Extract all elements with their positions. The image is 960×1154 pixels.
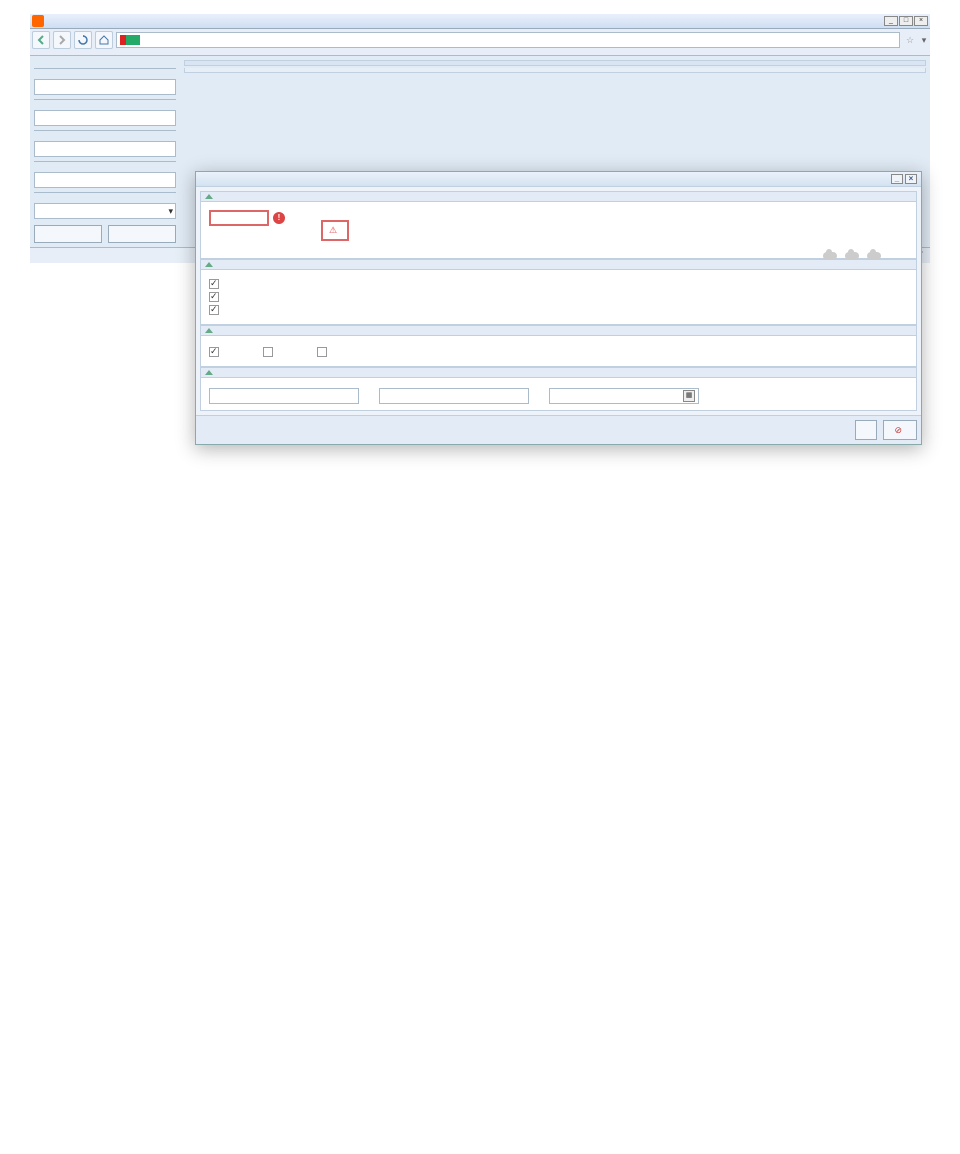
cancel-button[interactable]: ⊘ [883,420,917,440]
maximize-button[interactable]: □ [899,16,913,26]
back-button[interactable] [32,31,50,49]
address-bar[interactable] [116,32,900,48]
input-request-id-field[interactable] [209,210,269,226]
input-federation[interactable] [209,388,359,404]
main-panel: _ × ! [180,56,930,247]
site-identity-icon [120,35,140,45]
weather-wed [865,252,881,260]
error-tooltip [321,220,349,241]
collapse-icon [205,262,213,267]
checkbox-lost[interactable] [263,347,273,357]
embedded-screenshot: _ □ × ☆ ▾ [30,14,930,263]
clear-button[interactable] [108,225,176,243]
checkbox-cond1[interactable] [209,279,219,289]
cloud-icon [867,252,881,260]
dropdown-chevron-icon[interactable]: ▾ [920,35,928,46]
section-header-approval[interactable] [200,367,917,378]
reload-button[interactable] [74,31,92,49]
section-header-id[interactable] [200,191,917,202]
close-button[interactable]: × [914,16,928,26]
checkbox-datachange[interactable] [317,347,327,357]
minimize-button[interactable]: _ [884,16,898,26]
cancel-icon: ⊘ [894,421,902,439]
weather-tue [843,252,859,260]
list-toolbar [184,68,926,73]
chevron-down-icon: ▾ [168,206,173,217]
checkbox-first[interactable] [209,347,219,357]
input-association[interactable] [379,388,529,404]
section-header-reason[interactable] [200,325,917,336]
error-icon: ! [273,212,285,224]
firefox-icon [32,15,44,27]
input-name[interactable] [34,110,176,126]
combo-status[interactable]: ▾ [34,203,176,219]
nav-toolbar: ☆ ▾ [30,29,930,51]
collapse-icon [205,328,213,333]
input-association-id[interactable] [34,172,176,188]
input-request-id[interactable] [34,79,176,95]
checkbox-cond3[interactable] [209,305,219,315]
window-titlebar: _ □ × [30,14,930,29]
checkbox-cond2[interactable] [209,292,219,302]
list-title [184,60,926,66]
search-button[interactable] [34,225,102,243]
dialog-minimize-button[interactable]: _ [891,174,903,184]
input-federation-id[interactable] [34,141,176,157]
cloud-icon [823,252,837,260]
weather-now [821,252,837,260]
input-approval-date[interactable]: ▦ [549,388,699,404]
search-sidebar: ▾ [30,56,180,247]
section-header-eligibility[interactable] [200,259,917,270]
home-button[interactable] [95,31,113,49]
cloud-icon [845,252,859,260]
forward-button[interactable] [53,31,71,49]
save-button[interactable] [855,420,877,440]
dialog-titlebar: _ × [196,172,921,187]
collapse-icon [205,370,213,375]
bookmark-star-icon[interactable]: ☆ [903,35,917,46]
calendar-icon[interactable]: ▦ [683,390,695,402]
dialog-close-button[interactable]: × [905,174,917,184]
collapse-icon [205,194,213,199]
new-request-dialog: _ × ! [195,171,922,445]
